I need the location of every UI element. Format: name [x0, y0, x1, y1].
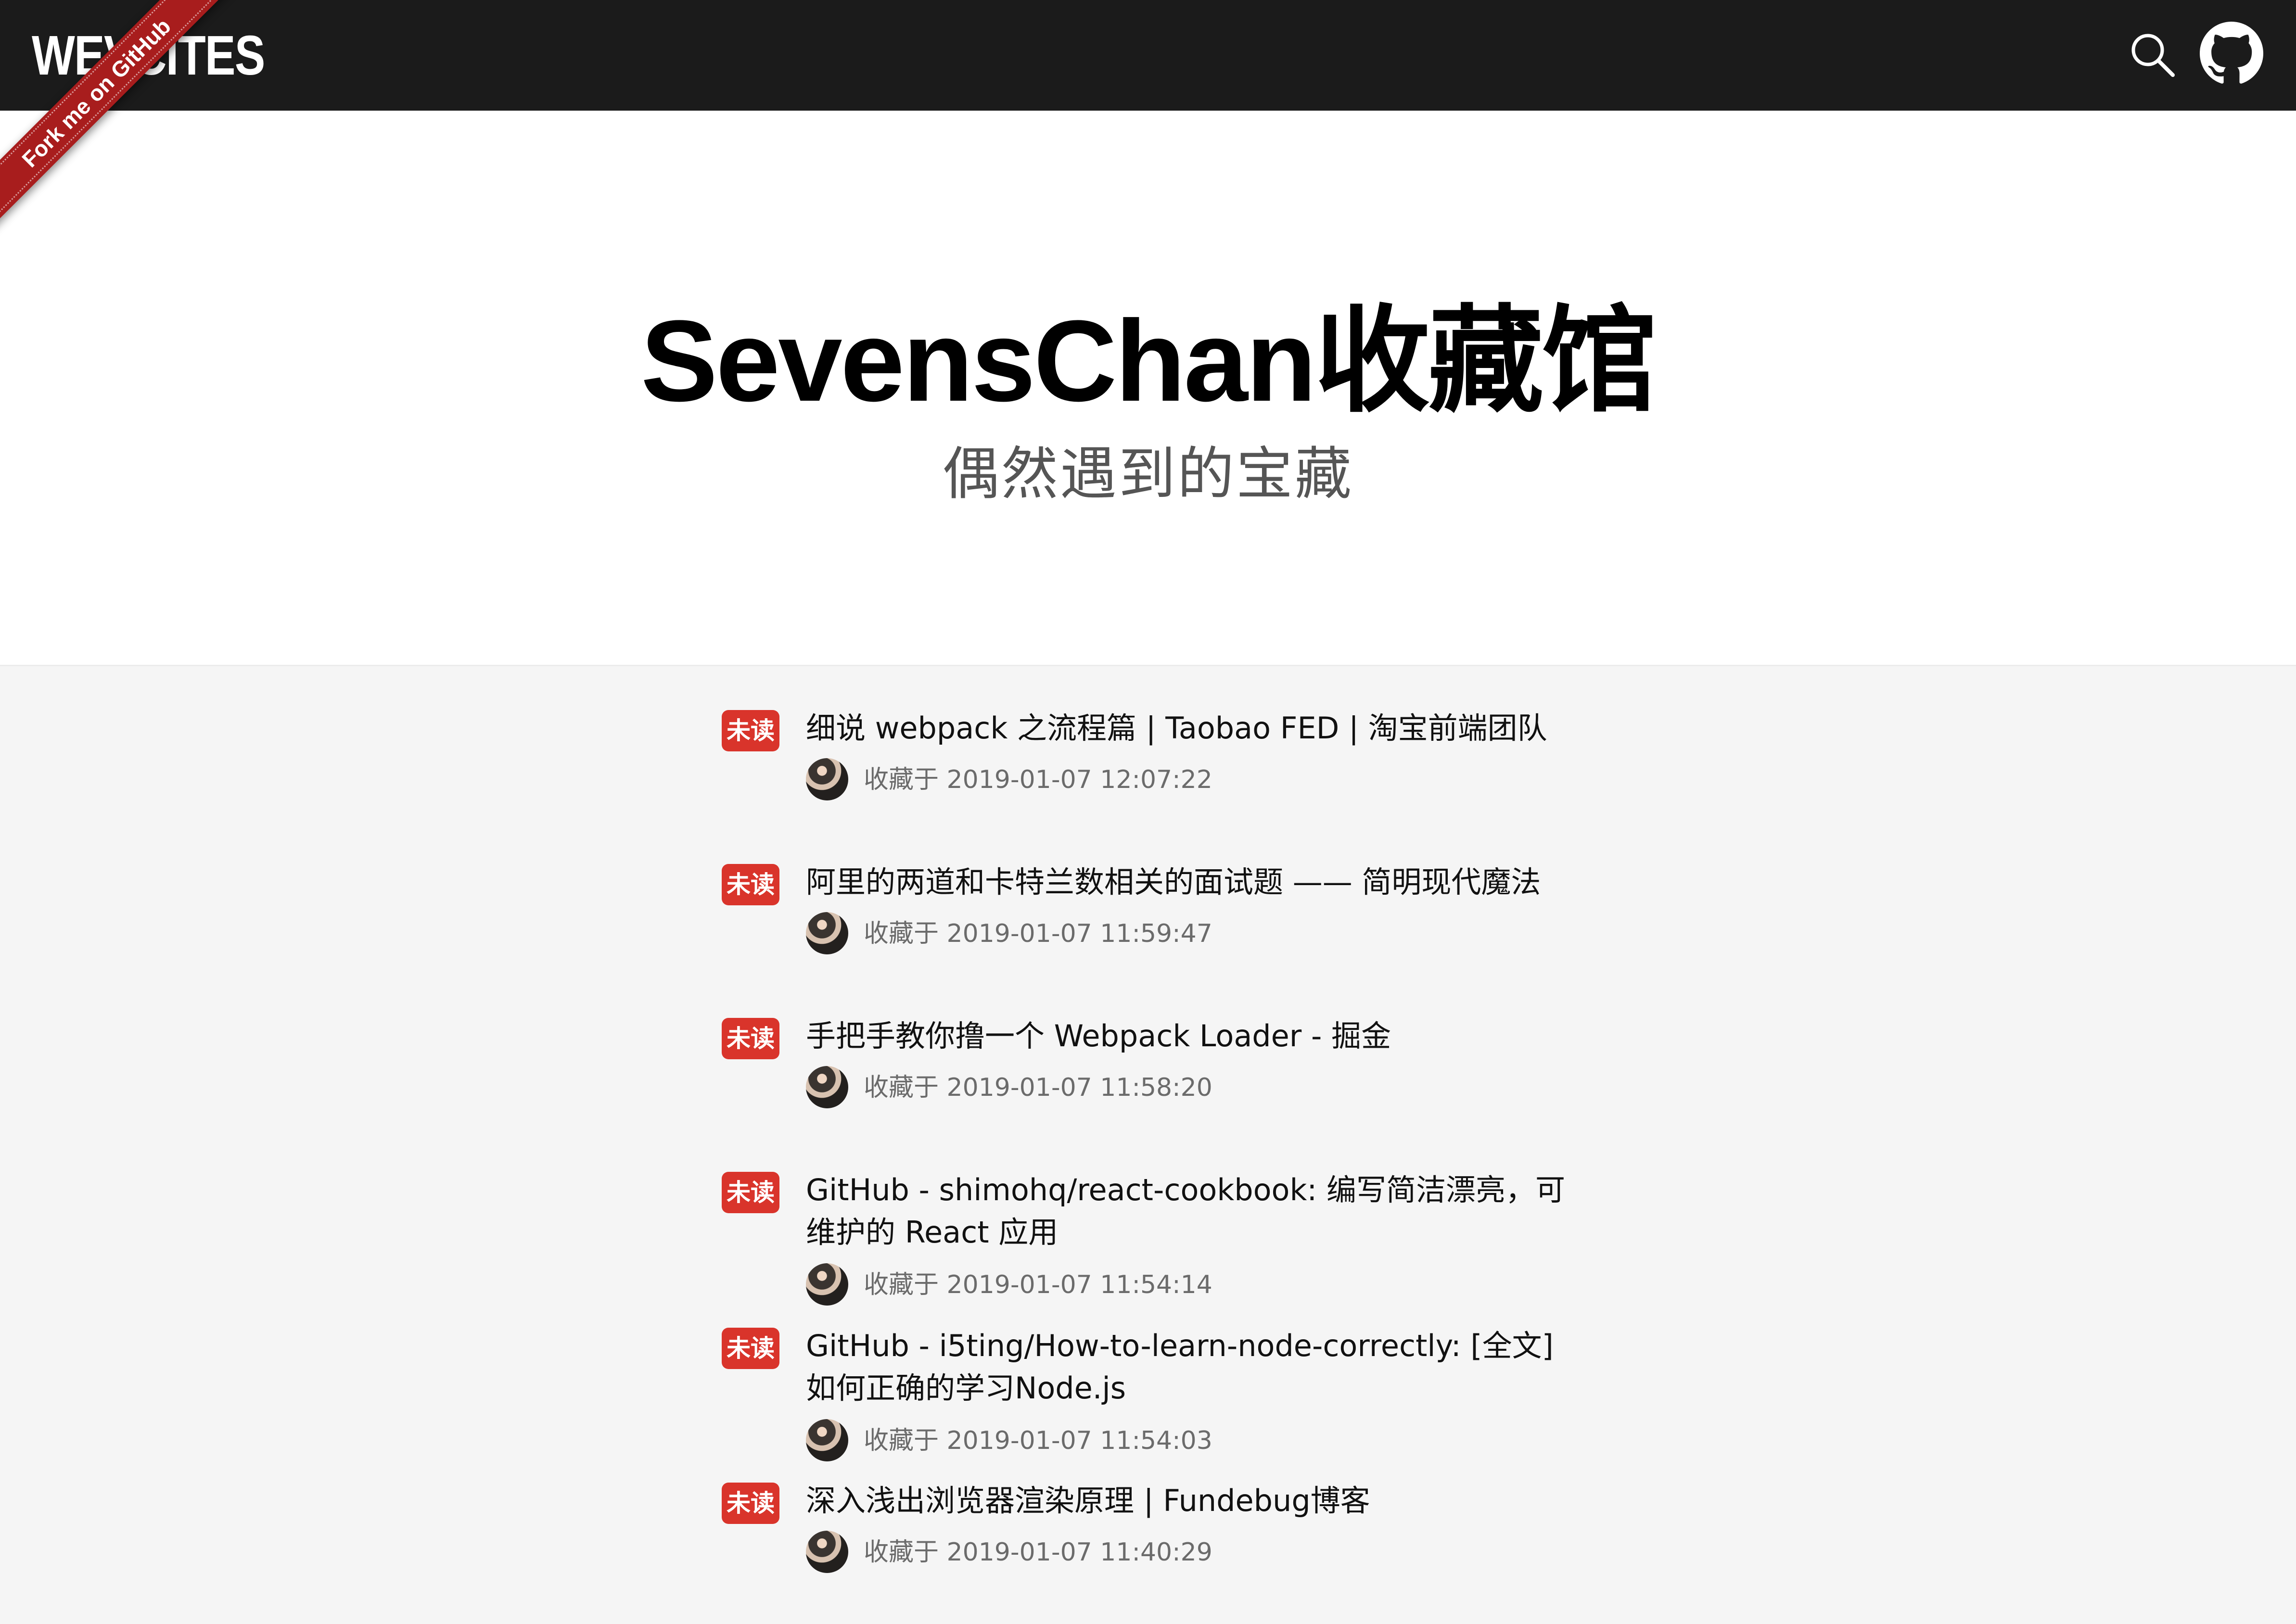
- unread-badge: 未读: [722, 710, 779, 751]
- article-meta: 收藏于 2019-01-07 11:54:14: [806, 1263, 1383, 1307]
- saved-time: 收藏于 2019-01-07 11:59:47: [864, 919, 1212, 948]
- unread-badge: 未读: [722, 864, 779, 905]
- avatar: [806, 1531, 848, 1573]
- saved-time: 收藏于 2019-01-07 12:07:22: [864, 765, 1212, 794]
- article-meta: 收藏于 2019-01-07 11:58:20: [806, 1066, 1383, 1109]
- saved-time: 收藏于 2019-01-07 11:54:03: [864, 1426, 1212, 1455]
- article-meta: 收藏于 2019-01-07 11:40:29: [806, 1531, 1383, 1574]
- avatar: [806, 758, 848, 800]
- saved-time: 收藏于 2019-01-07 11:58:20: [864, 1073, 1212, 1102]
- search-icon[interactable]: [2127, 29, 2180, 82]
- article-meta: 收藏于 2019-01-07 11:54:03: [806, 1419, 1383, 1462]
- article-title-link[interactable]: GitHub - shimohq/react-cookbook: 编写简洁漂亮，…: [806, 1169, 1576, 1254]
- avatar: [806, 1263, 848, 1306]
- unread-badge: 未读: [722, 1172, 779, 1213]
- article-title-link[interactable]: 阿里的两道和卡特兰数相关的面试题 —— 简明现代魔法: [806, 861, 1576, 903]
- article-title-link[interactable]: 深入浅出浏览器渲染原理 | Fundebug博客: [806, 1480, 1576, 1522]
- github-icon[interactable]: [2200, 22, 2263, 85]
- unread-badge: 未读: [722, 1328, 779, 1369]
- article-meta: 收藏于 2019-01-07 11:59:47: [806, 912, 1383, 955]
- article-title-link[interactable]: 手把手教你撸一个 Webpack Loader - 掘金: [806, 1015, 1576, 1057]
- top-navbar: WEVCITES: [0, 0, 2296, 111]
- avatar: [806, 912, 848, 954]
- avatar: [806, 1419, 848, 1461]
- saved-time: 收藏于 2019-01-07 11:40:29: [864, 1538, 1212, 1567]
- page-title: SevensChan收藏馆: [640, 296, 1658, 425]
- hero-section: SevensChan收藏馆 偶然遇到的宝藏: [0, 111, 2296, 666]
- avatar: [806, 1066, 848, 1108]
- unread-badge: 未读: [722, 1483, 779, 1524]
- page-subtitle: 偶然遇到的宝藏: [942, 441, 1353, 507]
- article-title-link[interactable]: 细说 webpack 之流程篇 | Taobao FED | 淘宝前端团队: [806, 707, 1576, 749]
- saved-time: 收藏于 2019-01-07 11:54:14: [864, 1270, 1212, 1299]
- article-meta: 收藏于 2019-01-07 12:07:22: [806, 758, 1383, 801]
- unread-badge: 未读: [722, 1018, 779, 1059]
- article-title-link[interactable]: GitHub - i5ting/How-to-learn-node-correc…: [806, 1325, 1576, 1409]
